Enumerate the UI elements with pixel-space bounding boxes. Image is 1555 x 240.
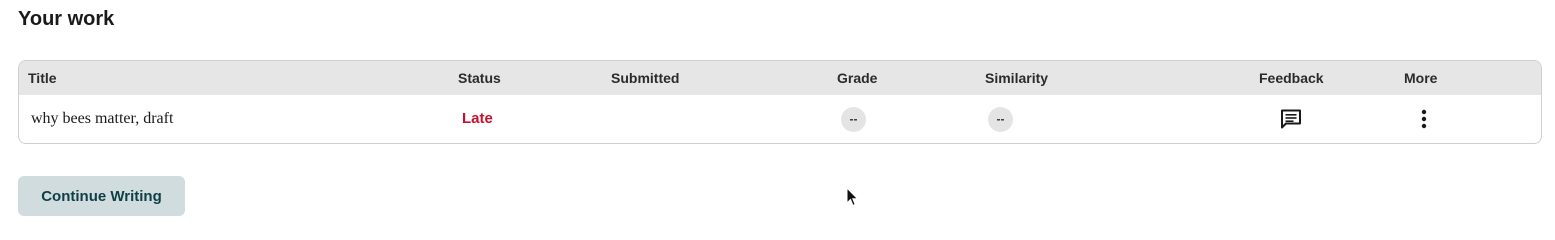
header-feedback: Feedback (1259, 70, 1324, 86)
similarity-pill[interactable]: -- (988, 107, 1013, 132)
kebab-menu-icon (1421, 109, 1427, 129)
table-header: Title Status Submitted Grade Similarity … (19, 61, 1541, 95)
continue-writing-button[interactable]: Continue Writing (18, 176, 185, 216)
header-submitted: Submitted (611, 70, 680, 86)
grade-pill: -- (841, 107, 866, 132)
mouse-cursor-icon (846, 187, 858, 207)
your-work-page: Your work Title Status Submitted Grade S… (0, 0, 1555, 230)
section-title: Your work (18, 8, 115, 30)
more-options-button[interactable] (1411, 106, 1437, 132)
header-status: Status (458, 70, 501, 86)
header-grade: Grade (837, 70, 878, 86)
header-title: Title (28, 70, 57, 86)
status-badge: Late (462, 110, 493, 127)
feedback-button[interactable] (1278, 106, 1304, 132)
header-more: More (1404, 70, 1438, 86)
header-similarity: Similarity (985, 70, 1049, 86)
comment-icon (1281, 109, 1301, 129)
table-row[interactable]: why bees matter, draft Late -- -- (19, 95, 1541, 143)
work-table: Title Status Submitted Grade Similarity … (18, 60, 1542, 144)
submission-title[interactable]: why bees matter, draft (31, 95, 173, 143)
